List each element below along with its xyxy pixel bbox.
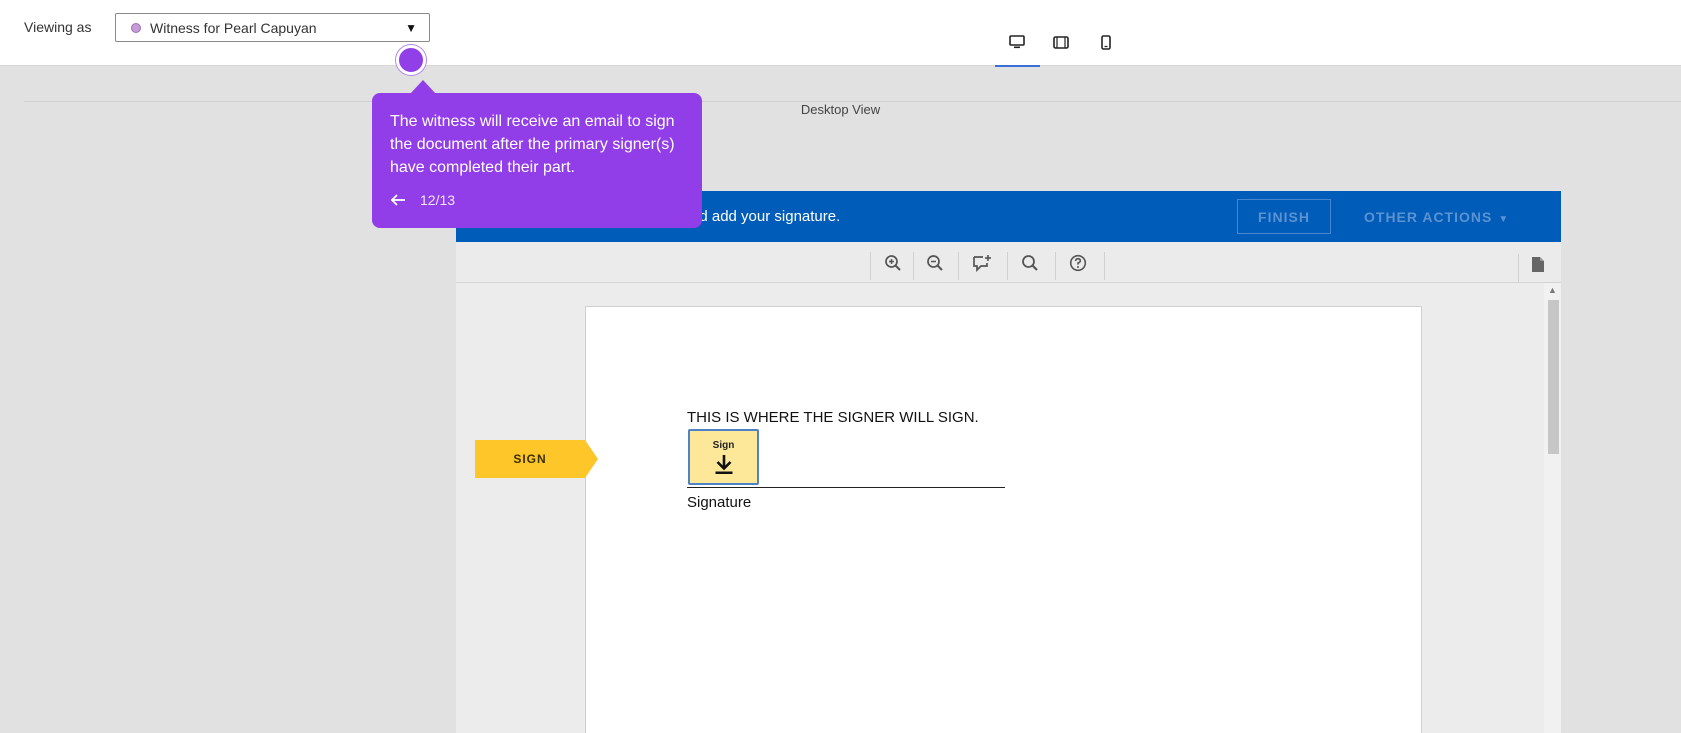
previous-step-button[interactable] bbox=[387, 191, 409, 209]
search-icon bbox=[1022, 255, 1038, 271]
caret-down-icon: ▼ bbox=[405, 20, 417, 35]
desktop-view-button[interactable] bbox=[1005, 30, 1029, 54]
document-scrollbar[interactable]: ▲ bbox=[1544, 283, 1561, 733]
signature-caption: Signature bbox=[687, 494, 752, 511]
mobile-view-button[interactable] bbox=[1094, 30, 1118, 54]
guide-tooltip-text: The witness will receive an email to sig… bbox=[390, 113, 675, 176]
guide-tooltip: The witness will receive an email to sig… bbox=[372, 93, 702, 228]
header-instruction: nd add your signature. bbox=[691, 208, 841, 225]
tooltip-pointer bbox=[410, 80, 436, 94]
add-comment-button[interactable] bbox=[968, 250, 996, 276]
zoom-out-button[interactable] bbox=[921, 250, 949, 276]
help-icon bbox=[1069, 254, 1087, 272]
document-panel-button[interactable] bbox=[1526, 252, 1550, 276]
signing-preview-frame: nd add your signature. FINISH OTHER ACTI… bbox=[456, 191, 1561, 733]
other-actions-menu[interactable]: OTHER ACTIONS ▼ bbox=[1364, 209, 1509, 225]
guide-hotspot[interactable] bbox=[396, 45, 426, 75]
toolbar-separator bbox=[913, 252, 914, 280]
sign-here-field[interactable]: Sign bbox=[688, 429, 759, 485]
scroll-up-arrow-icon[interactable]: ▲ bbox=[1548, 285, 1557, 295]
top-bar: Viewing as Witness for Pearl Capuyan ▼ bbox=[0, 0, 1681, 67]
search-button[interactable] bbox=[1016, 250, 1044, 276]
finish-button[interactable]: FINISH bbox=[1237, 199, 1331, 234]
scrollbar-thumb[interactable] bbox=[1548, 300, 1559, 454]
comment-add-icon bbox=[973, 255, 991, 272]
zoom-in-icon bbox=[885, 255, 901, 271]
sign-tag-label: SIGN bbox=[513, 452, 547, 466]
signature-line bbox=[687, 487, 1005, 488]
download-arrow-icon bbox=[715, 454, 732, 474]
toolbar-separator bbox=[870, 252, 871, 280]
document-icon bbox=[1532, 256, 1544, 272]
document-toolbar bbox=[456, 242, 1561, 283]
sign-field-label: Sign bbox=[712, 439, 735, 451]
help-button[interactable] bbox=[1064, 250, 1092, 276]
viewing-as-label: Viewing as bbox=[24, 19, 92, 35]
tablet-view-icon bbox=[1053, 35, 1069, 49]
tablet-view-button[interactable] bbox=[1049, 30, 1073, 54]
arrow-left-icon bbox=[390, 194, 405, 206]
mobile-view-icon bbox=[1101, 34, 1111, 50]
guide-step-counter: 12/13 bbox=[420, 192, 456, 208]
toolbar-separator bbox=[1518, 254, 1519, 282]
zoom-in-button[interactable] bbox=[879, 250, 907, 276]
toolbar-separator bbox=[1055, 252, 1056, 280]
preview-mode-label: Desktop View bbox=[800, 102, 881, 117]
signing-instruction-text: THIS IS WHERE THE SIGNER WILL SIGN. bbox=[687, 409, 979, 426]
viewer-select[interactable]: Witness for Pearl Capuyan ▼ bbox=[115, 13, 430, 42]
document-viewer: THIS IS WHERE THE SIGNER WILL SIGN. Sign… bbox=[456, 283, 1544, 733]
zoom-out-icon bbox=[927, 255, 943, 271]
active-view-indicator bbox=[995, 65, 1040, 67]
toolbar-separator bbox=[1007, 252, 1008, 280]
toolbar-separator bbox=[1104, 252, 1105, 280]
viewer-select-value: Witness for Pearl Capuyan bbox=[150, 19, 317, 36]
sign-tag-button[interactable]: SIGN bbox=[475, 440, 598, 478]
caret-down-icon: ▼ bbox=[1498, 214, 1510, 225]
document-page: THIS IS WHERE THE SIGNER WILL SIGN. Sign… bbox=[585, 306, 1422, 733]
toolbar-separator bbox=[958, 252, 959, 280]
desktop-view-icon bbox=[1009, 35, 1025, 49]
other-actions-label: OTHER ACTIONS bbox=[1364, 209, 1493, 225]
recipient-color-dot bbox=[131, 22, 141, 33]
